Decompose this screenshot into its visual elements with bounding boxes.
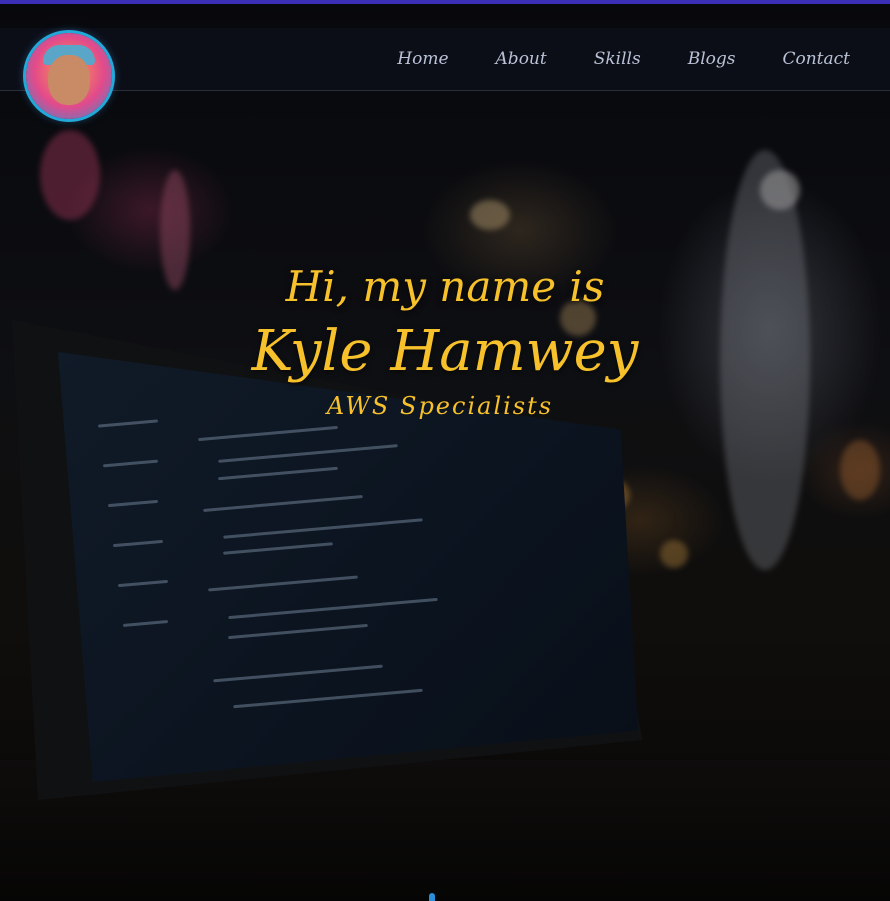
scroll-down-indicator[interactable] (429, 893, 435, 901)
hero-role: AWS Specialists (326, 392, 554, 420)
nav-link-home[interactable]: Home (397, 49, 448, 69)
nav-link-blogs[interactable]: Blogs (688, 49, 736, 69)
top-accent-bar (0, 0, 890, 4)
hero-background-image (0, 0, 890, 901)
main-navbar: Home About Skills Blogs Contact (0, 28, 890, 119)
nav-link-contact[interactable]: Contact (782, 49, 850, 69)
profile-avatar-logo[interactable] (26, 33, 112, 119)
face-icon (48, 55, 90, 105)
hero-greeting: Hi, my name is (285, 262, 605, 311)
hero-intro: Hi, my name is Kyle Hamwey AWS Specialis… (0, 258, 890, 420)
nav-links: Home About Skills Blogs Contact (397, 28, 850, 90)
nav-link-skills[interactable]: Skills (594, 49, 641, 69)
nav-link-about[interactable]: About (496, 49, 547, 69)
hero-name: Kyle Hamwey (251, 319, 639, 384)
